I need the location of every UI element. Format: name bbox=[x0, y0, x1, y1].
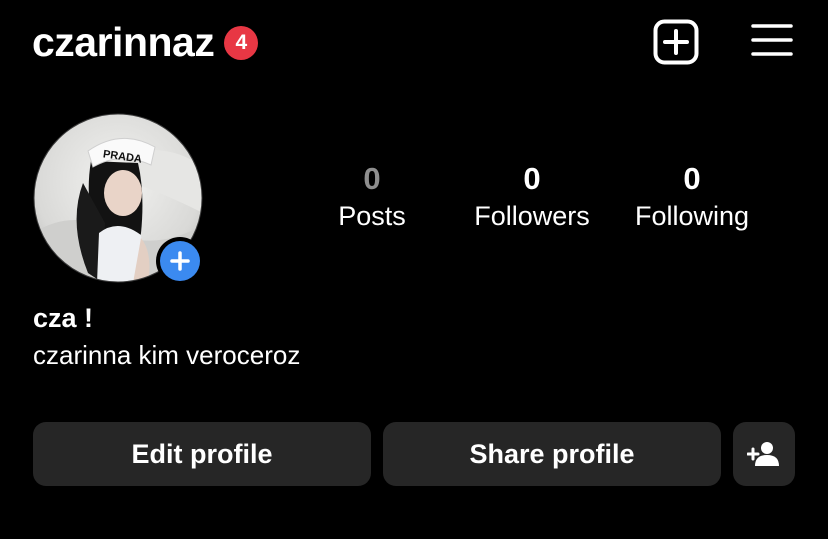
add-story-circle bbox=[160, 241, 200, 281]
discover-people-button[interactable] bbox=[733, 422, 795, 486]
add-story-button[interactable] bbox=[156, 237, 204, 285]
posts-label: Posts bbox=[338, 201, 406, 231]
plus-icon bbox=[170, 251, 190, 271]
display-name: cza ! bbox=[33, 303, 94, 333]
posts-stat[interactable]: 0 Posts bbox=[292, 161, 452, 232]
following-label: Following bbox=[634, 201, 750, 231]
menu-button[interactable] bbox=[750, 20, 794, 60]
following-stat[interactable]: 0 Following bbox=[612, 161, 772, 232]
posts-count: 0 bbox=[363, 161, 381, 196]
bio-text: czarinna kim veroceroz bbox=[33, 340, 301, 370]
add-person-icon bbox=[747, 442, 779, 466]
followers-count: 0 bbox=[523, 161, 541, 196]
profile-header: czarinnaz 4 bbox=[32, 18, 259, 66]
share-profile-button[interactable]: Share profile bbox=[383, 422, 721, 486]
followers-stat[interactable]: 0 Followers bbox=[452, 161, 612, 232]
followers-label: Followers bbox=[474, 201, 590, 231]
plus-square-icon bbox=[653, 19, 699, 65]
username[interactable]: czarinnaz bbox=[32, 21, 215, 63]
following-count: 0 bbox=[683, 161, 701, 196]
create-button[interactable] bbox=[653, 19, 699, 65]
notification-badge[interactable]: 4 bbox=[224, 26, 259, 60]
edit-profile-button[interactable]: Edit profile bbox=[33, 422, 371, 486]
hamburger-menu-icon bbox=[751, 24, 793, 56]
